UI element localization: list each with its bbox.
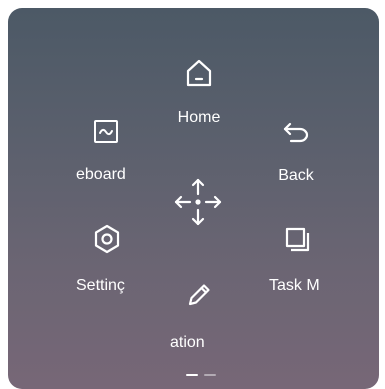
settings-hexagon-icon [90,222,124,256]
move-arrows-icon [174,178,222,226]
back-label: Back [278,167,314,184]
page-indicator-inactive[interactable] [204,374,216,376]
move-handle[interactable] [170,174,226,230]
back-arrow-icon [279,114,313,148]
home-button[interactable]: Home [149,56,249,136]
home-icon [182,56,216,90]
back-button[interactable]: Back [246,114,346,194]
floating-menu-panel: Home eboard Back Settinç Task M ation [8,8,379,389]
page-indicator-active [186,374,198,376]
settings-label: Settinç [76,277,125,294]
pencil-icon [182,278,216,312]
task-manager-label: Task M [269,277,320,294]
whiteboard-icon [89,114,123,148]
annotation-label: ation [170,334,205,351]
task-manager-icon [280,222,314,256]
page-indicator [186,374,216,377]
home-label: Home [177,109,221,126]
whiteboard-label: eboard [76,166,126,183]
